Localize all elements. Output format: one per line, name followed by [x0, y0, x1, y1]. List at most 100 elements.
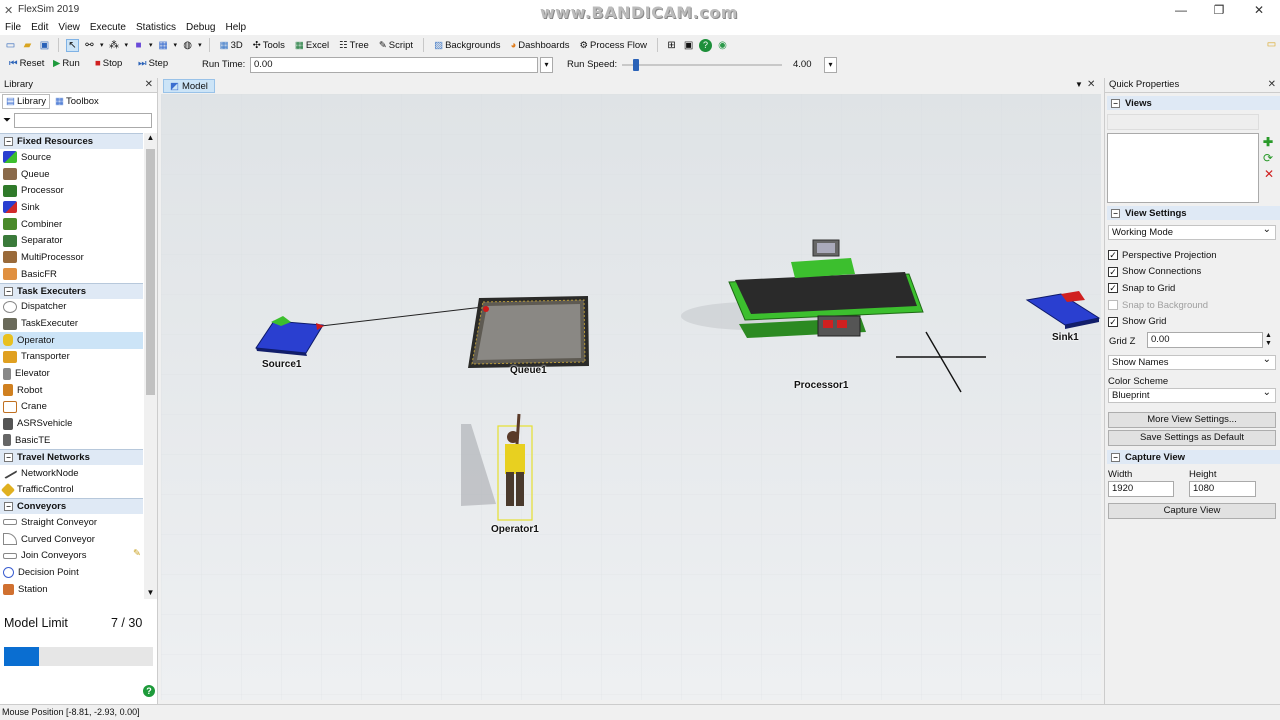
window-icon[interactable]: ▣: [682, 39, 695, 52]
library-item-queue[interactable]: Queue: [0, 166, 143, 183]
scroll-up-icon[interactable]: ▲: [144, 133, 157, 142]
views-name-field[interactable]: [1107, 114, 1259, 130]
library-item-trafficcontrol[interactable]: TrafficControl: [0, 481, 143, 498]
tab-toolbox[interactable]: ▦ Toolbox: [52, 94, 102, 109]
library-item-combiner[interactable]: Combiner: [0, 216, 143, 233]
grid-icon[interactable]: ▦: [157, 39, 170, 52]
menu-statistics[interactable]: Statistics: [131, 20, 181, 35]
save-icon[interactable]: ▣: [38, 39, 51, 52]
menu-view[interactable]: View: [53, 20, 85, 35]
run-speed-dropdown[interactable]: ▾: [824, 57, 837, 73]
library-item-networknode[interactable]: NetworkNode: [0, 465, 143, 482]
menu-execute[interactable]: Execute: [85, 20, 131, 35]
library-item-curved-conveyor[interactable]: Curved Conveyor: [0, 531, 143, 548]
library-item-processor[interactable]: Processor: [0, 182, 143, 199]
queue-object[interactable]: [468, 296, 589, 368]
view-settings-section-header[interactable]: − View Settings: [1107, 206, 1280, 220]
perspective-projection-checkbox[interactable]: ✓ Perspective Projection: [1108, 247, 1217, 263]
show-grid-checkbox[interactable]: ✓ Show Grid: [1108, 314, 1217, 330]
script-button[interactable]: ✎ Script: [376, 40, 416, 51]
run-time-field[interactable]: 0.00: [250, 57, 538, 73]
snap-to-grid-checkbox[interactable]: ✓ Snap to Grid: [1108, 280, 1217, 296]
library-item-separator[interactable]: Separator: [0, 232, 143, 249]
menu-file[interactable]: File: [0, 20, 26, 35]
reset-button[interactable]: ⏮ Reset: [6, 58, 47, 69]
3d-view-button[interactable]: ▦ 3D: [217, 40, 246, 51]
category-travel-networks[interactable]: − Travel Networks: [0, 448, 143, 465]
model-canvas[interactable]: [161, 94, 1101, 700]
grid-z-spinner[interactable]: ▲ ▼: [1265, 332, 1272, 348]
library-filter-input[interactable]: [14, 112, 152, 128]
tab-dropdown-icon[interactable]: ▼: [1075, 80, 1083, 89]
help-icon[interactable]: ?: [143, 685, 155, 697]
snap-to-background-checkbox[interactable]: Snap to Background: [1108, 297, 1217, 313]
refresh-view-icon[interactable]: ⟳: [1263, 151, 1273, 165]
library-item-dispatcher[interactable]: Dispatcher: [0, 299, 143, 316]
layout-icon[interactable]: ⊞: [665, 39, 678, 52]
grid-z-input[interactable]: 0.00: [1147, 332, 1263, 348]
model-3d-view[interactable]: Source1 Queue1 Processor1 Sink1 Operator…: [161, 94, 1101, 700]
library-item-sink[interactable]: Sink: [0, 199, 143, 216]
excel-button[interactable]: ▦ Excel: [292, 40, 332, 51]
run-time-dropdown[interactable]: ▾: [540, 57, 553, 73]
show-names-select[interactable]: Show Names: [1108, 353, 1276, 370]
more-view-settings-button[interactable]: More View Settings...: [1108, 412, 1276, 428]
workspace-folder-icon[interactable]: ▭: [1265, 38, 1278, 51]
menu-help[interactable]: Help: [220, 20, 251, 35]
capture-view-button[interactable]: Capture View: [1108, 503, 1276, 519]
step-button[interactable]: ⏭ Step: [135, 58, 171, 69]
tab-model[interactable]: ◩ Model: [163, 79, 215, 93]
capture-width-input[interactable]: 1920: [1108, 481, 1174, 497]
delete-view-icon[interactable]: ✕: [1264, 167, 1274, 181]
library-item-basicte[interactable]: BasicTE: [0, 432, 143, 449]
scroll-thumb[interactable]: [146, 149, 155, 395]
save-settings-default-button[interactable]: Save Settings as Default: [1108, 430, 1276, 446]
views-section-header[interactable]: − Views: [1107, 96, 1280, 110]
color-scheme-select[interactable]: Blueprint: [1108, 386, 1276, 403]
library-item-source[interactable]: Source: [0, 149, 143, 166]
working-mode-select[interactable]: Working Mode: [1108, 223, 1276, 240]
library-item-robot[interactable]: Robot: [0, 382, 143, 399]
views-list[interactable]: [1107, 133, 1259, 203]
category-fixed-resources[interactable]: − Fixed Resources: [0, 133, 143, 149]
maximize-button[interactable]: ❐: [1208, 2, 1230, 18]
scroll-down-icon[interactable]: ▼: [144, 588, 157, 597]
library-item-straight-conveyor[interactable]: Straight Conveyor: [0, 514, 143, 531]
library-item-elevator[interactable]: Elevator: [0, 365, 143, 382]
category-conveyors[interactable]: − Conveyors: [0, 498, 143, 515]
show-connections-checkbox[interactable]: ✓ Show Connections: [1108, 264, 1217, 280]
tools-button[interactable]: ✣ Tools: [250, 40, 288, 51]
close-library-icon[interactable]: ✕: [145, 78, 153, 92]
connect-objects-icon[interactable]: ⚯: [83, 39, 96, 52]
close-quick-properties-icon[interactable]: ✕: [1268, 78, 1276, 92]
library-item-crane[interactable]: Crane: [0, 399, 143, 416]
process-flow-button[interactable]: ⚙ Process Flow: [577, 40, 651, 51]
library-item-operator[interactable]: Operator: [0, 331, 143, 349]
open-folder-icon[interactable]: ▰: [21, 39, 34, 52]
library-item-taskexecuter[interactable]: TaskExecuter: [0, 315, 143, 332]
library-item-transporter[interactable]: Transporter: [0, 349, 143, 366]
stop-button[interactable]: ■ Stop: [92, 58, 125, 69]
new-file-icon[interactable]: ▭: [4, 39, 17, 52]
capture-height-input[interactable]: 1080: [1189, 481, 1256, 497]
library-item-station[interactable]: Station: [0, 581, 143, 598]
menu-debug[interactable]: Debug: [181, 20, 220, 35]
backgrounds-button[interactable]: ▨ Backgrounds: [431, 40, 503, 51]
color-icon[interactable]: ■: [132, 39, 145, 52]
add-view-icon[interactable]: ✚: [1263, 135, 1273, 149]
capture-view-section-header[interactable]: − Capture View: [1107, 450, 1280, 464]
pointer-mode-icon[interactable]: ↖: [66, 38, 79, 52]
close-window-button[interactable]: ✕: [1248, 2, 1270, 18]
tab-library[interactable]: ▤ Library: [2, 93, 51, 109]
library-item-multiprocessor[interactable]: MultiProcessor: [0, 249, 143, 266]
web-icon[interactable]: ◉: [716, 39, 729, 52]
run-speed-slider[interactable]: [633, 59, 639, 71]
library-item-decision-point[interactable]: Decision Point: [0, 564, 143, 581]
help-icon[interactable]: ?: [699, 38, 713, 52]
camera-icon[interactable]: ◍: [181, 39, 194, 52]
library-item-asrsvehicle[interactable]: ASRSvehicle: [0, 415, 143, 432]
run-button[interactable]: ▶ Run: [50, 58, 83, 69]
dashboards-button[interactable]: ◕ Dashboards: [508, 40, 573, 51]
library-scrollbar[interactable]: ▲ ▼: [144, 133, 157, 599]
library-item-basicfr[interactable]: BasicFR: [0, 266, 143, 283]
